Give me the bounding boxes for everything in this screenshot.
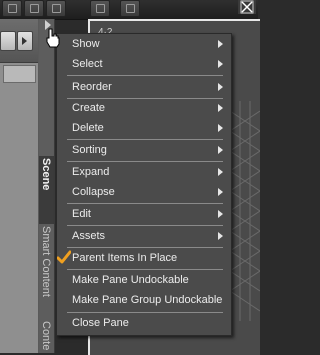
pane-tab-bar: Scene Smart Content Conte: [39, 19, 55, 353]
filter-input[interactable]: [3, 65, 36, 83]
menu-item-expand[interactable]: Expand: [57, 162, 231, 182]
menu-item-collapse[interactable]: Collapse: [57, 182, 231, 202]
scene-pane: [0, 19, 39, 353]
menu-item-label: Delete: [72, 122, 104, 134]
submenu-arrow-icon: [218, 188, 223, 196]
menu-item-sorting[interactable]: Sorting: [57, 140, 231, 160]
menu-item-create[interactable]: Create: [57, 98, 231, 118]
menu-item-label: Show: [72, 38, 100, 50]
tab-smart-content[interactable]: Smart Content: [39, 224, 54, 306]
menu-item-make-pane-group-undockable[interactable]: Make Pane Group Undockable: [57, 290, 231, 310]
menu-item-close-pane[interactable]: Close Pane: [57, 313, 231, 333]
submenu-arrow-icon: [218, 232, 223, 240]
menu-item-label: Sorting: [72, 144, 107, 156]
menu-item-label: Assets: [72, 230, 106, 242]
submenu-arrow-icon: [218, 146, 223, 154]
top-toolbar: [0, 0, 258, 20]
pane-header: [0, 19, 38, 63]
menu-item-label: Reorder: [72, 81, 112, 93]
menu-item-label: Make Pane Undockable: [72, 274, 189, 286]
context-menu: Show Select Reorder Create Delete Sortin…: [56, 33, 232, 336]
toolbar-button[interactable]: [24, 0, 44, 17]
nav-forward-button[interactable]: [17, 31, 33, 51]
tab-scene[interactable]: Scene: [39, 156, 54, 224]
tab-label: Scene: [40, 158, 52, 191]
toolbar-button[interactable]: [120, 0, 140, 17]
viewport-transform-icon[interactable]: [238, 0, 256, 14]
checkmark-icon: [57, 250, 71, 264]
menu-item-label: Close Pane: [72, 317, 129, 329]
submenu-arrow-icon: [218, 210, 223, 218]
tool-icon: [52, 4, 61, 13]
tab-label: Smart Content: [40, 226, 52, 297]
menu-item-parent-items-in-place[interactable]: Parent Items In Place: [57, 248, 231, 268]
submenu-arrow-icon: [218, 168, 223, 176]
tool-icon: [126, 4, 135, 13]
menu-item-label: Parent Items In Place: [72, 252, 178, 264]
chevron-right-icon: [22, 37, 27, 45]
menu-item-label: Expand: [72, 166, 110, 178]
menu-item-select[interactable]: Select: [57, 54, 231, 74]
submenu-arrow-icon: [218, 40, 223, 48]
menu-item-make-pane-undockable[interactable]: Make Pane Undockable: [57, 270, 231, 290]
submenu-arrow-icon: [218, 124, 223, 132]
menu-item-reorder[interactable]: Reorder: [57, 77, 231, 97]
menu-item-label: Make Pane Group Undockable: [72, 294, 223, 306]
submenu-arrow-icon: [218, 60, 223, 68]
menu-item-show[interactable]: Show: [57, 34, 231, 54]
tool-icon: [96, 4, 105, 13]
menu-item-assets[interactable]: Assets: [57, 226, 231, 246]
toolbar-button[interactable]: [90, 0, 110, 17]
menu-separator: [67, 75, 223, 76]
menu-item-delete[interactable]: Delete: [57, 118, 231, 138]
submenu-arrow-icon: [218, 83, 223, 91]
menu-item-edit[interactable]: Edit: [57, 204, 231, 224]
tab-content[interactable]: Conte: [39, 319, 54, 353]
hand-pointer-icon: [46, 28, 60, 48]
nav-back-button[interactable]: [0, 31, 16, 51]
toolbar-button[interactable]: [2, 0, 22, 17]
tool-icon: [8, 4, 17, 13]
submenu-arrow-icon: [218, 104, 223, 112]
tab-label: Conte: [40, 321, 52, 351]
tool-icon: [30, 4, 39, 13]
menu-item-label: Collapse: [72, 186, 115, 198]
menu-item-label: Edit: [72, 208, 91, 220]
menu-item-label: Create: [72, 102, 106, 114]
toolbar-button[interactable]: [46, 0, 66, 17]
menu-item-label: Select: [72, 58, 103, 70]
